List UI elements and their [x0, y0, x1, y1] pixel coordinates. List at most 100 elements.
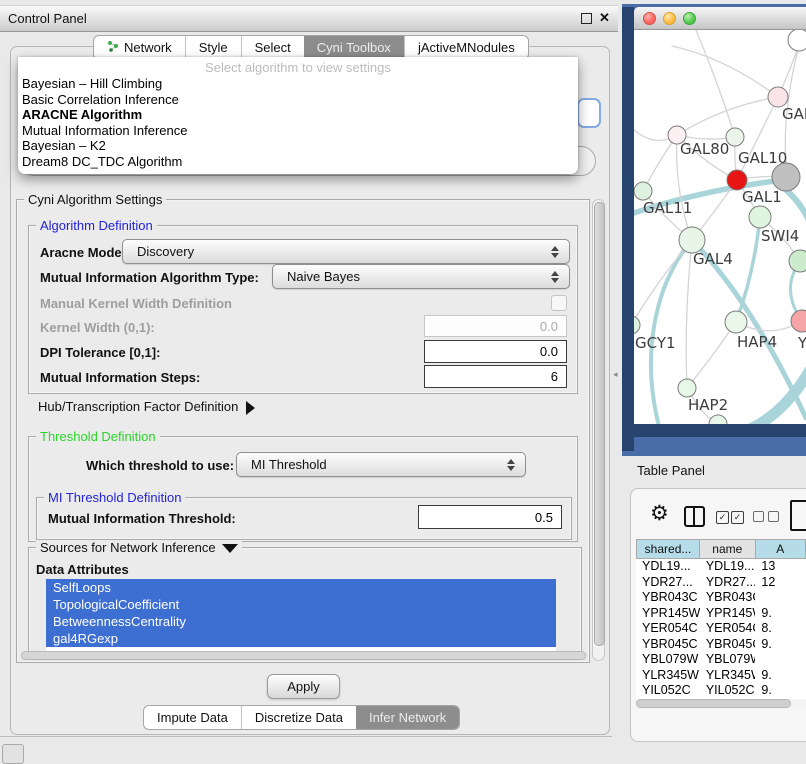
column-header-shared[interactable]: shared...: [636, 539, 700, 559]
settings-horizontal-scrollbar[interactable]: [20, 651, 588, 661]
table-row[interactable]: YDL19...YDL19...13: [636, 559, 806, 575]
column-header-name[interactable]: name: [700, 539, 756, 559]
dropdown-item-aracne-algorithm[interactable]: ARACNE Algorithm: [18, 107, 578, 123]
scrollbar-thumb[interactable]: [594, 202, 605, 646]
minimize-traffic-light-icon[interactable]: [663, 12, 676, 25]
table-row[interactable]: YBL079WYBL079W: [636, 652, 806, 668]
gear-icon[interactable]: ⚙: [650, 501, 669, 526]
network-canvas[interactable]: GALGAL80GAL10GAL1GAL11SWI4GAL4GCY1HAP4YH…: [634, 30, 806, 424]
network-node[interactable]: [788, 30, 806, 51]
partial-corner-button[interactable]: [2, 744, 24, 764]
table-cell[interactable]: YBL079W: [700, 652, 756, 668]
mi-algorithm-type-combo[interactable]: Naive Bayes: [272, 264, 570, 289]
table-cell[interactable]: YER054C: [636, 621, 700, 637]
document-icon[interactable]: [790, 500, 806, 531]
manual-kernel-width-checkbox[interactable]: [551, 295, 567, 311]
scrollbar-thumb[interactable]: [636, 699, 791, 708]
column-layout-icon[interactable]: [684, 506, 705, 527]
table-cell[interactable]: YDL19...: [636, 559, 700, 575]
tab-jactivemnodules[interactable]: jActiveMNodules: [404, 36, 528, 59]
table-row[interactable]: YBR043CYBR043C: [636, 590, 806, 606]
select-all-checkbox-icon[interactable]: ✓: [731, 511, 744, 524]
table-row[interactable]: YDR27...YDR27...12: [636, 575, 806, 591]
attribute-item-topologicalcoefficient[interactable]: TopologicalCoefficient: [46, 596, 556, 613]
network-node[interactable]: [791, 310, 806, 332]
network-node[interactable]: [789, 250, 806, 272]
select-all-checkbox-icon[interactable]: ✓: [716, 511, 729, 524]
scrollbar-thumb[interactable]: [21, 651, 586, 660]
table-cell[interactable]: YLR345W: [636, 668, 700, 684]
table-horizontal-scrollbar[interactable]: [634, 699, 806, 709]
network-node[interactable]: [634, 316, 640, 334]
network-node[interactable]: [634, 182, 652, 200]
aracne-mode-combo[interactable]: Discovery: [122, 239, 570, 264]
table-row[interactable]: YPR145WYPR145W9.: [636, 606, 806, 622]
dropdown-item-mutual-information-inference[interactable]: Mutual Information Inference: [18, 123, 578, 139]
dropdown-item-dream8-dc-tdc-algorithm[interactable]: Dream8 DC_TDC Algorithm: [18, 154, 578, 170]
table-cell[interactable]: [755, 590, 806, 606]
tab-cyni-toolbox[interactable]: Cyni Toolbox: [304, 36, 404, 59]
table-row[interactable]: YER054CYER054C8.: [636, 621, 806, 637]
table-cell[interactable]: 13: [755, 559, 806, 575]
dropdown-item-basic-correlation-inference[interactable]: Basic Correlation Inference: [18, 92, 578, 108]
table-cell[interactable]: YPR145W: [636, 606, 700, 622]
tab-impute-data[interactable]: Impute Data: [144, 706, 241, 729]
hub-definition-expander[interactable]: Hub/Transcription Factor Definition: [38, 399, 255, 415]
deselect-checkbox-icon[interactable]: [768, 511, 779, 522]
settings-vertical-scrollbar[interactable]: [592, 199, 605, 661]
table-cell[interactable]: YBR043C: [700, 590, 756, 606]
table-cell[interactable]: 12: [755, 575, 806, 591]
table-row[interactable]: YIL052CYIL052C9.: [636, 683, 806, 699]
dropdown-item-bayesian-hill-climbing[interactable]: Bayesian – Hill Climbing: [18, 76, 578, 92]
table-cell[interactable]: YIL052C: [636, 683, 700, 699]
table-cell[interactable]: 9.: [755, 668, 806, 684]
table-cell[interactable]: [755, 652, 806, 668]
table-cell[interactable]: YBR043C: [636, 590, 700, 606]
table-cell[interactable]: YLR345W: [700, 668, 756, 684]
table-cell[interactable]: YBR045C: [700, 637, 756, 653]
mi-steps-field[interactable]: 6: [424, 365, 567, 388]
tab-network[interactable]: Network: [94, 36, 185, 59]
which-threshold-combo[interactable]: MI Threshold: [236, 452, 526, 477]
sources-expander[interactable]: Sources for Network Inference: [36, 540, 242, 555]
table-cell[interactable]: 9.: [755, 606, 806, 622]
network-node[interactable]: [749, 206, 771, 228]
attribute-item-betweennesscentrality[interactable]: BetweennessCentrality: [46, 613, 556, 630]
table-cell[interactable]: YPR145W: [700, 606, 756, 622]
table-cell[interactable]: YDR27...: [700, 575, 756, 591]
tab-discretize-data[interactable]: Discretize Data: [241, 706, 356, 729]
table-cell[interactable]: YER054C: [700, 621, 756, 637]
network-node[interactable]: [709, 415, 727, 424]
table-cell[interactable]: 9.: [755, 637, 806, 653]
float-window-icon[interactable]: [581, 13, 592, 24]
tab-infer-network[interactable]: Infer Network: [356, 706, 459, 729]
attribute-item-gal4rgexp[interactable]: gal4RGexp: [46, 630, 556, 647]
network-node[interactable]: [725, 311, 747, 333]
table-cell[interactable]: YDR27...: [636, 575, 700, 591]
dropdown-item-bayesian-k2[interactable]: Bayesian – K2: [18, 138, 578, 154]
table-cell[interactable]: YBL079W: [636, 652, 700, 668]
zoom-traffic-light-icon[interactable]: [683, 12, 696, 25]
mi-threshold-field[interactable]: 0.5: [418, 505, 562, 529]
splitter-handle[interactable]: ◂: [613, 369, 619, 379]
table-cell[interactable]: YIL052C: [700, 683, 756, 699]
attribute-item-selfloops[interactable]: SelfLoops: [46, 579, 556, 596]
table-cell[interactable]: 9.: [755, 683, 806, 699]
tab-select[interactable]: Select: [241, 36, 304, 59]
kernel-width-field[interactable]: 0.0: [424, 315, 567, 337]
close-icon[interactable]: ✕: [599, 6, 610, 30]
close-traffic-light-icon[interactable]: [643, 12, 656, 25]
table-row[interactable]: YLR345WYLR345W9.: [636, 668, 806, 684]
table-cell[interactable]: 8.: [755, 621, 806, 637]
table-cell[interactable]: YDL19...: [700, 559, 756, 575]
table-cell[interactable]: YBR045C: [636, 637, 700, 653]
network-window-titlebar[interactable]: [634, 7, 806, 30]
network-node[interactable]: [678, 379, 696, 397]
network-node[interactable]: [727, 170, 747, 190]
network-node[interactable]: [772, 163, 800, 191]
network-node[interactable]: [768, 87, 788, 107]
table-row[interactable]: YBR045CYBR045C9.: [636, 637, 806, 653]
tab-style[interactable]: Style: [185, 36, 241, 59]
apply-button[interactable]: Apply: [267, 674, 340, 699]
dpi-tolerance-field[interactable]: 0.0: [424, 340, 567, 363]
